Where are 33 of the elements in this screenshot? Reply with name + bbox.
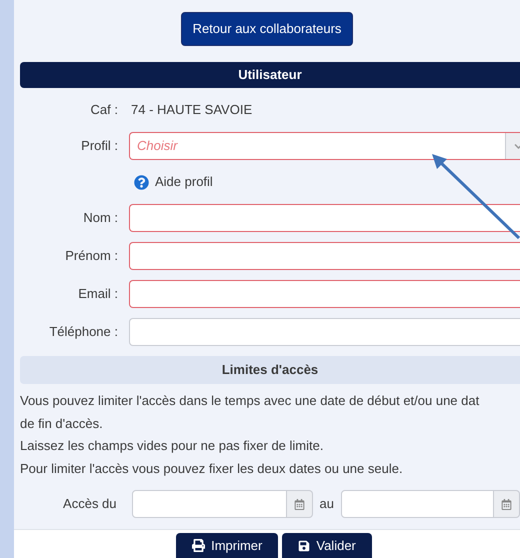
field-label: Nom :: [82, 209, 119, 228]
calendar-button[interactable]: [286, 490, 313, 518]
field-value: 74 - HAUTE SAVOIE: [131, 101, 252, 120]
field-label: Profil :: [80, 137, 119, 156]
save-button[interactable]: Valider: [282, 533, 372, 558]
field-label: au: [320, 495, 334, 514]
save-icon: [298, 540, 310, 552]
field-label: Caf :: [90, 101, 119, 120]
section-header: Limites d'accès: [20, 356, 520, 384]
field-label: Accès du: [62, 495, 117, 514]
help-text: de fin d'accès.: [20, 414, 104, 432]
help-text: Vous pouvez limiter l'accès dans le temps avec une date de début et/ou une dat: [20, 392, 480, 410]
text-field[interactable]: [129, 318, 520, 346]
text-field[interactable]: [129, 204, 520, 232]
calendar-button[interactable]: [494, 490, 520, 518]
field-label: Téléphone :: [48, 323, 119, 342]
text-field[interactable]: [129, 242, 520, 270]
help-text: Laissez les champs vides pour ne pas fixer de limite.: [20, 437, 324, 455]
help-icon: [134, 174, 149, 190]
date-field[interactable]: [132, 490, 287, 518]
help-text: Pour limiter l'accès vous pouvez fixer les deux dates ou une seule.: [20, 460, 404, 478]
print-button[interactable]: Imprimer: [176, 533, 278, 558]
calendar-icon: [294, 498, 305, 510]
help-link[interactable]: Aide profil: [155, 172, 213, 192]
date-field[interactable]: [341, 490, 494, 518]
field-label: Prénom :: [64, 247, 119, 266]
text-field[interactable]: [129, 280, 520, 308]
printer-icon: [192, 539, 206, 552]
select-placeholder: Choisir: [136, 137, 179, 156]
field-label: Email :: [77, 285, 119, 304]
back-button[interactable]: Retour aux collaborateurs: [180, 12, 354, 46]
section-header: Utilisateur: [20, 62, 520, 88]
calendar-icon: [501, 498, 512, 510]
